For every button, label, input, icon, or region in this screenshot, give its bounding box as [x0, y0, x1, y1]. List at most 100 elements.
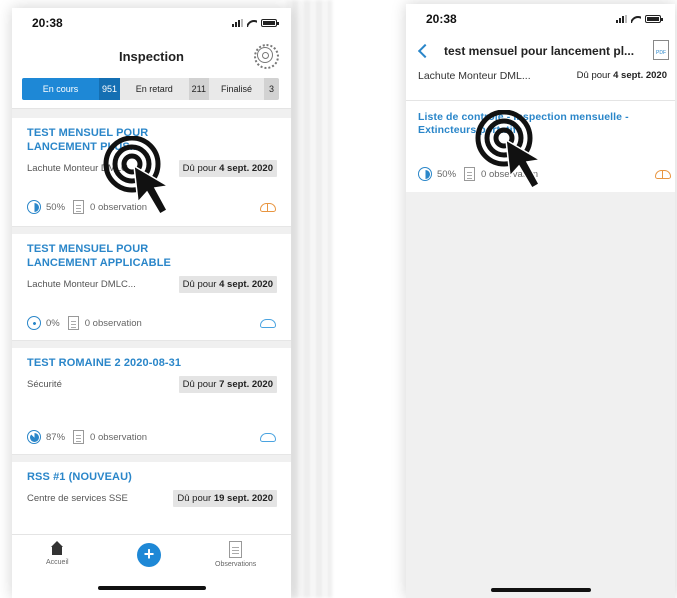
- tab-observations[interactable]: Observations: [215, 541, 256, 568]
- due-date: 4 sept. 2020: [219, 279, 273, 290]
- due-prefix: Dû pour: [177, 493, 212, 504]
- tab-home[interactable]: Accueil: [46, 541, 69, 566]
- tab-finalise[interactable]: Finalisé 3: [209, 78, 279, 100]
- status-time: 20:38: [426, 12, 457, 26]
- progress-fill: [29, 432, 39, 442]
- tab-en-retard[interactable]: En retard 211: [120, 78, 209, 100]
- due-prefix: Dû pour: [182, 379, 217, 390]
- due-date: 4 sept. 2020: [219, 163, 273, 174]
- tap-cursor-icon: [103, 136, 171, 216]
- due-date-badge: Dû pour 4 sept. 2020: [178, 160, 277, 177]
- tab-label: En cours: [42, 84, 79, 94]
- status-icons: [232, 19, 279, 27]
- cloud-upload-icon[interactable]: [655, 169, 671, 179]
- card-title: TEST MENSUEL POUR LANCEMENT APPLICABLE: [27, 243, 171, 269]
- tab-label: En retard: [135, 84, 173, 94]
- cloud-icon[interactable]: [260, 432, 276, 442]
- due-prefix: Dû pour: [576, 70, 611, 81]
- page-title: Inspection: [118, 48, 184, 64]
- cloud-icon[interactable]: [260, 318, 276, 328]
- tab-en-cours[interactable]: En cours 951: [22, 78, 120, 100]
- divider: [12, 226, 291, 234]
- due-date-badge: Dû pour 4 sept. 2020: [178, 276, 277, 293]
- card-meta-row: Lachute Monteur DMLC... Dû pour 4 sept. …: [27, 276, 277, 293]
- inspection-card[interactable]: RSS #1 (NOUVEAU) Centre de services SSE …: [12, 462, 291, 532]
- tab-count: 951: [98, 78, 120, 100]
- tap-cursor-icon: [475, 110, 543, 190]
- tab-home-label: Accueil: [46, 559, 69, 566]
- phone-screen-inspection-list: 20:38 Inspection En cours 951 En retard …: [12, 8, 291, 598]
- pdf-icon[interactable]: PDF: [653, 40, 669, 60]
- progress-icon: [27, 430, 41, 444]
- due-date: 7 sept. 2020: [219, 379, 273, 390]
- card-subtitle: Sécurité: [27, 379, 62, 390]
- wifi-icon: [247, 19, 257, 27]
- tab-label: Finalisé: [220, 84, 252, 94]
- empty-area: [406, 192, 675, 598]
- card-title: RSS #1 (NOUVEAU): [27, 471, 132, 483]
- navigation-bar: test mensuel pour lancement pl... PDF: [406, 34, 675, 68]
- observation-count: 0 observation: [90, 431, 148, 443]
- progress-icon: [27, 316, 41, 330]
- progress-icon: [418, 167, 432, 181]
- inspection-card[interactable]: TEST MENSUEL POUR LANCEMENT APPLICABLE L…: [12, 234, 291, 340]
- tab-count: 3: [263, 78, 279, 100]
- progress-fill: [420, 169, 430, 179]
- progress-fill: [29, 202, 39, 212]
- inspection-card[interactable]: TEST ROMAINE 2 2020-08-31 Sécurité Dû po…: [12, 348, 291, 454]
- progress-icon: [27, 200, 41, 214]
- status-filter-tabs: En cours 951 En retard 211 Finalisé 3: [22, 78, 279, 100]
- bottom-tab-bar: Accueil + Observations: [12, 534, 291, 598]
- pdf-label: PDF: [656, 50, 666, 56]
- observation-count: 0 observation: [84, 317, 142, 329]
- wifi-icon: [631, 15, 641, 23]
- due-date: 19 sept. 2020: [213, 493, 273, 504]
- divider: [12, 108, 291, 118]
- due-date-value: 4 sept. 2020: [613, 70, 667, 81]
- phone-screen-inspection-detail: 20:38 test mensuel pour lancement pl... …: [406, 4, 675, 598]
- add-inspection-button[interactable]: +: [137, 543, 161, 567]
- status-time: 20:38: [32, 16, 63, 30]
- inspection-subtitle: Lachute Monteur DML...: [418, 70, 531, 82]
- progress-text: 50%: [46, 201, 66, 213]
- divider: [12, 340, 291, 348]
- status-bar: 20:38: [406, 4, 675, 34]
- status-bar: 20:38: [12, 8, 291, 38]
- card-footer: 87% 0 observation: [27, 430, 276, 444]
- due-date-badge: Dû pour 19 sept. 2020: [173, 490, 277, 507]
- home-indicator: [97, 586, 206, 590]
- due-prefix: Dû pour: [182, 279, 217, 290]
- card-subtitle: Lachute Monteur DMLC...: [27, 279, 136, 290]
- card-subtitle: Centre de services SSE: [27, 493, 128, 504]
- back-chevron-icon[interactable]: [417, 43, 433, 59]
- status-icons: [616, 15, 663, 23]
- navigation-bar: Inspection: [12, 38, 291, 74]
- document-icon: [229, 541, 243, 558]
- home-icon: [50, 541, 64, 555]
- home-indicator: [490, 588, 591, 592]
- plus-icon: +: [143, 544, 155, 564]
- page-title: test mensuel pour lancement pl...: [444, 44, 635, 58]
- card-title: TEST ROMAINE 2 2020-08-31: [27, 357, 182, 369]
- tab-observations-label: Observations: [215, 561, 257, 568]
- inspection-meta: Lachute Monteur DML... Dû pour 4 sept. 2…: [406, 68, 675, 82]
- battery-icon: [645, 15, 663, 23]
- due-date: Dû pour 4 sept. 2020: [577, 70, 667, 82]
- document-icon: [73, 200, 85, 214]
- progress-text: 0%: [46, 317, 60, 329]
- document-icon: [73, 430, 85, 444]
- cloud-upload-icon[interactable]: [260, 202, 276, 212]
- card-meta-row: Centre de services SSE Dû pour 19 sept. …: [27, 490, 277, 507]
- progress-fill: [29, 318, 39, 328]
- divider: [12, 454, 291, 462]
- background-blur: [286, 0, 332, 598]
- card-footer: 0% 0 observation: [27, 316, 276, 330]
- signal-icon: [232, 19, 243, 27]
- signal-icon: [616, 15, 627, 23]
- progress-text: 87%: [46, 431, 66, 443]
- document-icon: [67, 316, 79, 330]
- due-date-badge: Dû pour 7 sept. 2020: [178, 376, 277, 393]
- battery-icon: [261, 19, 279, 27]
- gear-icon[interactable]: [254, 44, 279, 69]
- card-meta-row: Sécurité Dû pour 7 sept. 2020: [27, 376, 277, 393]
